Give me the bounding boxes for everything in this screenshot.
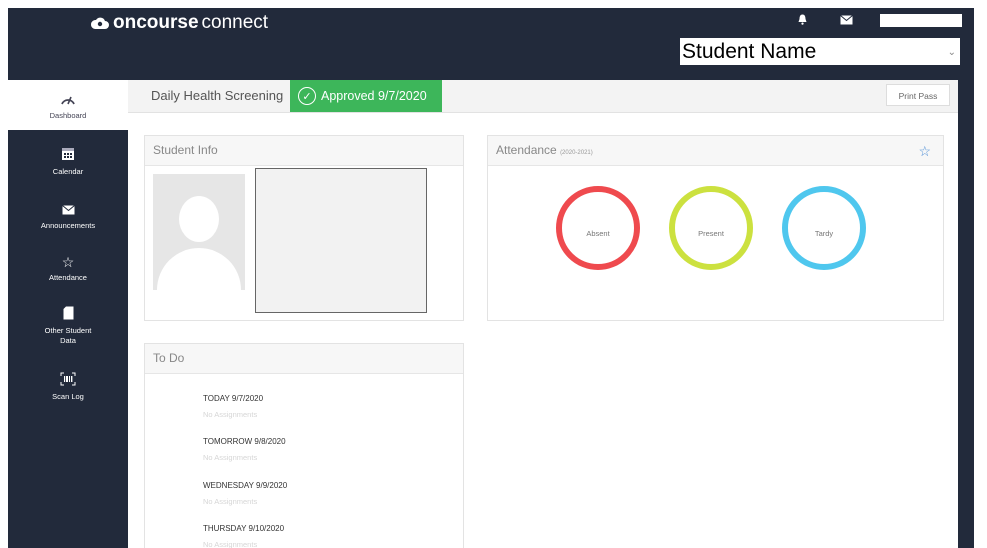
bell-icon[interactable]	[798, 14, 807, 28]
todo-day: TODAY 9/7/2020	[203, 394, 264, 403]
main-content: Daily Health Screening ✓ Approved 9/7/20…	[128, 80, 958, 548]
mail-icon[interactable]	[840, 14, 853, 28]
absent-ring: Absent	[556, 186, 640, 270]
approved-status-badge: ✓ Approved 9/7/2020	[290, 80, 442, 112]
tardy-ring: Tardy	[782, 186, 866, 270]
star-outline-icon: ☆	[61, 254, 75, 270]
check-circle-icon: ✓	[298, 87, 316, 105]
brand-bold: oncourse	[113, 12, 199, 33]
sidebar-item-label: Calendar	[52, 167, 84, 176]
sidebar: Dashboard Calendar Announcements ☆ Atten…	[8, 80, 128, 548]
attendance-year: (2020-2021)	[560, 150, 593, 156]
health-screening-title: Daily Health Screening	[151, 88, 284, 103]
calendar-icon	[8, 146, 128, 164]
todo-day: TOMORROW 9/8/2020	[203, 437, 286, 446]
star-icon[interactable]: ☆	[918, 143, 931, 160]
student-select-value: Student Name	[682, 40, 817, 63]
sidebar-item-label: Scan Log	[52, 392, 84, 401]
todo-day: THURSDAY 9/10/2020	[203, 524, 285, 533]
sidebar-item-label: Dashboard	[49, 111, 87, 120]
student-info-box	[255, 168, 427, 313]
attendance-header: Attendance (2020-2021)	[488, 136, 943, 166]
attendance-title: Attendance	[496, 143, 557, 157]
file-icon	[8, 306, 128, 323]
chevron-down-icon: ⌄	[947, 47, 956, 58]
sidebar-item-other-student-data[interactable]: Other Student Data	[8, 306, 128, 346]
student-info-panel: Student Info	[144, 135, 464, 321]
sidebar-item-dashboard[interactable]: Dashboard	[8, 80, 128, 130]
sidebar-item-label: Attendance	[49, 273, 87, 282]
cloud-icon	[90, 17, 109, 29]
student-info-title: Student Info	[145, 136, 463, 166]
app-window: oncourse connect Student Name ⌄ Dashboard…	[8, 8, 974, 548]
todo-note: No Assignments	[203, 410, 258, 419]
sidebar-item-attendance[interactable]: ☆ Attendance	[8, 254, 128, 283]
attendance-panel: Attendance (2020-2021) ☆ Absent Present …	[487, 135, 944, 321]
envelope-icon	[8, 202, 128, 218]
student-select[interactable]: Student Name ⌄	[680, 38, 960, 65]
approved-status-text: Approved 9/7/2020	[321, 89, 427, 103]
sidebar-item-scan-log[interactable]: Scan Log	[8, 372, 128, 402]
print-pass-button[interactable]: Print Pass	[886, 84, 950, 106]
todo-note: No Assignments	[203, 453, 258, 462]
todo-title: To Do	[145, 344, 463, 374]
sidebar-item-announcements[interactable]: Announcements	[8, 202, 128, 231]
health-screening-bar: Daily Health Screening ✓ Approved 9/7/20…	[128, 80, 958, 113]
brand-light: connect	[201, 12, 269, 33]
brand-logo[interactable]: oncourse connect	[90, 12, 268, 34]
sidebar-item-label: Other Student Data	[44, 326, 92, 345]
todo-note: No Assignments	[203, 540, 258, 548]
student-photo-placeholder	[153, 174, 245, 290]
sidebar-item-calendar[interactable]: Calendar	[8, 146, 128, 177]
tardy-label: Tardy	[814, 228, 834, 238]
user-menu-box[interactable]	[880, 14, 962, 27]
speedometer-icon	[8, 92, 128, 108]
barcode-icon	[8, 372, 128, 389]
sidebar-item-label: Announcements	[40, 221, 96, 230]
present-ring: Present	[669, 186, 753, 270]
absent-label: Absent	[586, 228, 610, 238]
todo-day: WEDNESDAY 9/9/2020	[203, 481, 288, 490]
todo-panel: To Do TODAY 9/7/2020 No Assignments TOMO…	[144, 343, 464, 548]
present-label: Present	[698, 228, 724, 238]
todo-note: No Assignments	[203, 497, 258, 506]
